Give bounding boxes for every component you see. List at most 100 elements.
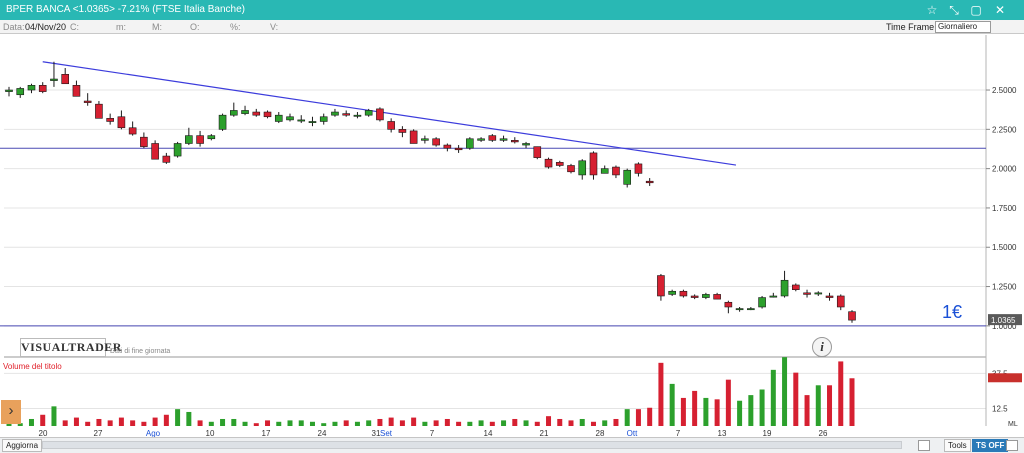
brand-logo: VISUALTRADER <box>20 338 121 357</box>
field-volume-label: V: <box>270 22 279 32</box>
volume-bar <box>265 420 271 426</box>
candle-body <box>83 100 92 103</box>
volume-bar <box>186 411 192 426</box>
candle-body <box>5 89 13 92</box>
ts-off-toggle[interactable]: TS OFF <box>972 439 1009 452</box>
volume-bar <box>399 420 405 426</box>
candle-body <box>274 114 283 122</box>
volume-bar <box>489 421 495 426</box>
field-open-label: O: <box>190 22 200 32</box>
resize-handle-icon[interactable]: ⤡ <box>946 2 962 18</box>
candle-body <box>589 152 598 176</box>
timeframe-select[interactable]: Giornaliero <box>935 21 991 33</box>
tools-tab[interactable]: Tools <box>944 439 971 452</box>
favorite-star-icon[interactable]: ☆ <box>924 2 940 18</box>
volume-bar <box>433 420 439 426</box>
time-tick-label: 28 <box>596 429 605 437</box>
time-tick-label: Set <box>380 429 393 437</box>
candle-body <box>454 147 463 151</box>
settings-icon[interactable] <box>1006 440 1018 451</box>
time-tick-label: 19 <box>763 429 772 437</box>
volume-bar <box>62 420 68 426</box>
volume-bar <box>759 389 765 426</box>
candle-body <box>814 292 823 295</box>
volume-bar <box>624 409 630 426</box>
candle-body <box>241 110 249 114</box>
candle-body <box>263 111 272 118</box>
candle-body <box>488 135 497 141</box>
volume-bar <box>725 379 731 426</box>
volume-bar <box>366 420 372 426</box>
time-tick-label: 26 <box>819 429 828 437</box>
volume-tick-label: 12.5 <box>992 404 1008 413</box>
price-tick-label: 1.2500 <box>992 283 1017 292</box>
field-max-label: M: <box>152 22 162 32</box>
volume-bar <box>692 390 698 426</box>
volume-scale-label: ML <box>1008 421 1018 428</box>
volume-bar <box>815 385 821 426</box>
volume-bar <box>175 409 181 426</box>
price-tick-label: 1.7500 <box>992 204 1017 213</box>
window-title: BPER BANCA <1.0365> -7.21% (FTSE Italia … <box>6 4 246 15</box>
candle-body <box>679 290 688 297</box>
candle-body <box>398 129 407 133</box>
horizontal-scrollbar[interactable] <box>42 441 902 449</box>
layout-icon[interactable] <box>918 440 930 451</box>
volume-bar <box>28 418 34 426</box>
candle-body <box>600 168 609 174</box>
candle-body <box>308 121 317 123</box>
volume-bar <box>276 421 282 426</box>
volume-bar <box>220 418 226 426</box>
volume-bar <box>546 416 552 426</box>
candle-body <box>376 108 384 121</box>
volume-bar <box>737 400 743 426</box>
current-volume-marker <box>988 373 1022 383</box>
volume-bar <box>568 420 574 426</box>
volume-bar <box>422 421 428 426</box>
volume-bar <box>680 397 686 426</box>
candles <box>5 61 856 323</box>
price-tick-label: 2.2500 <box>992 125 1017 134</box>
volume-bar <box>557 418 563 426</box>
price-tick-label: 2.0000 <box>992 165 1017 174</box>
candle-body <box>780 279 789 297</box>
volume-bar <box>501 420 507 426</box>
candle-body <box>432 138 440 146</box>
volume-bar <box>478 420 484 426</box>
volume-bar <box>456 421 462 426</box>
candle-body <box>230 110 238 116</box>
price-chart[interactable]: 2.50002.25002.00001.75001.50001.25001.00… <box>0 35 1024 437</box>
volume-bar <box>647 407 653 426</box>
volume-bar <box>748 395 754 426</box>
volume-bar <box>242 421 248 426</box>
date-value: 04/Nov/20 <box>25 22 67 32</box>
candle-body <box>522 143 530 146</box>
candle-body <box>713 294 721 300</box>
candle-body <box>803 292 811 295</box>
candle-body <box>38 85 47 92</box>
volume-bar <box>411 417 417 426</box>
volume-bar <box>197 420 203 426</box>
date-label: Data: <box>3 22 25 32</box>
candle-body <box>218 114 227 130</box>
candle-body <box>364 110 373 116</box>
volume-bar <box>804 395 810 426</box>
update-tab[interactable]: Aggiorna <box>2 439 43 452</box>
volume-bar <box>96 418 102 426</box>
current-price-label: 1.0365 <box>991 316 1016 325</box>
candle-body <box>27 85 36 91</box>
volume-bar <box>770 369 776 426</box>
close-button[interactable]: ✕ <box>992 2 1008 18</box>
volume-bar <box>635 409 641 426</box>
maximize-button[interactable]: ▢ <box>968 2 984 18</box>
info-icon[interactable]: i <box>812 337 832 357</box>
volume-bars <box>6 357 855 426</box>
candle-body <box>421 138 429 141</box>
time-tick-label: 27 <box>94 429 103 437</box>
volume-bar <box>512 418 518 426</box>
expand-panel-button[interactable]: › <box>1 400 21 424</box>
volume-bar <box>309 421 315 426</box>
volume-bar <box>782 357 788 426</box>
candle-body <box>128 127 137 135</box>
candle-body <box>342 113 351 116</box>
